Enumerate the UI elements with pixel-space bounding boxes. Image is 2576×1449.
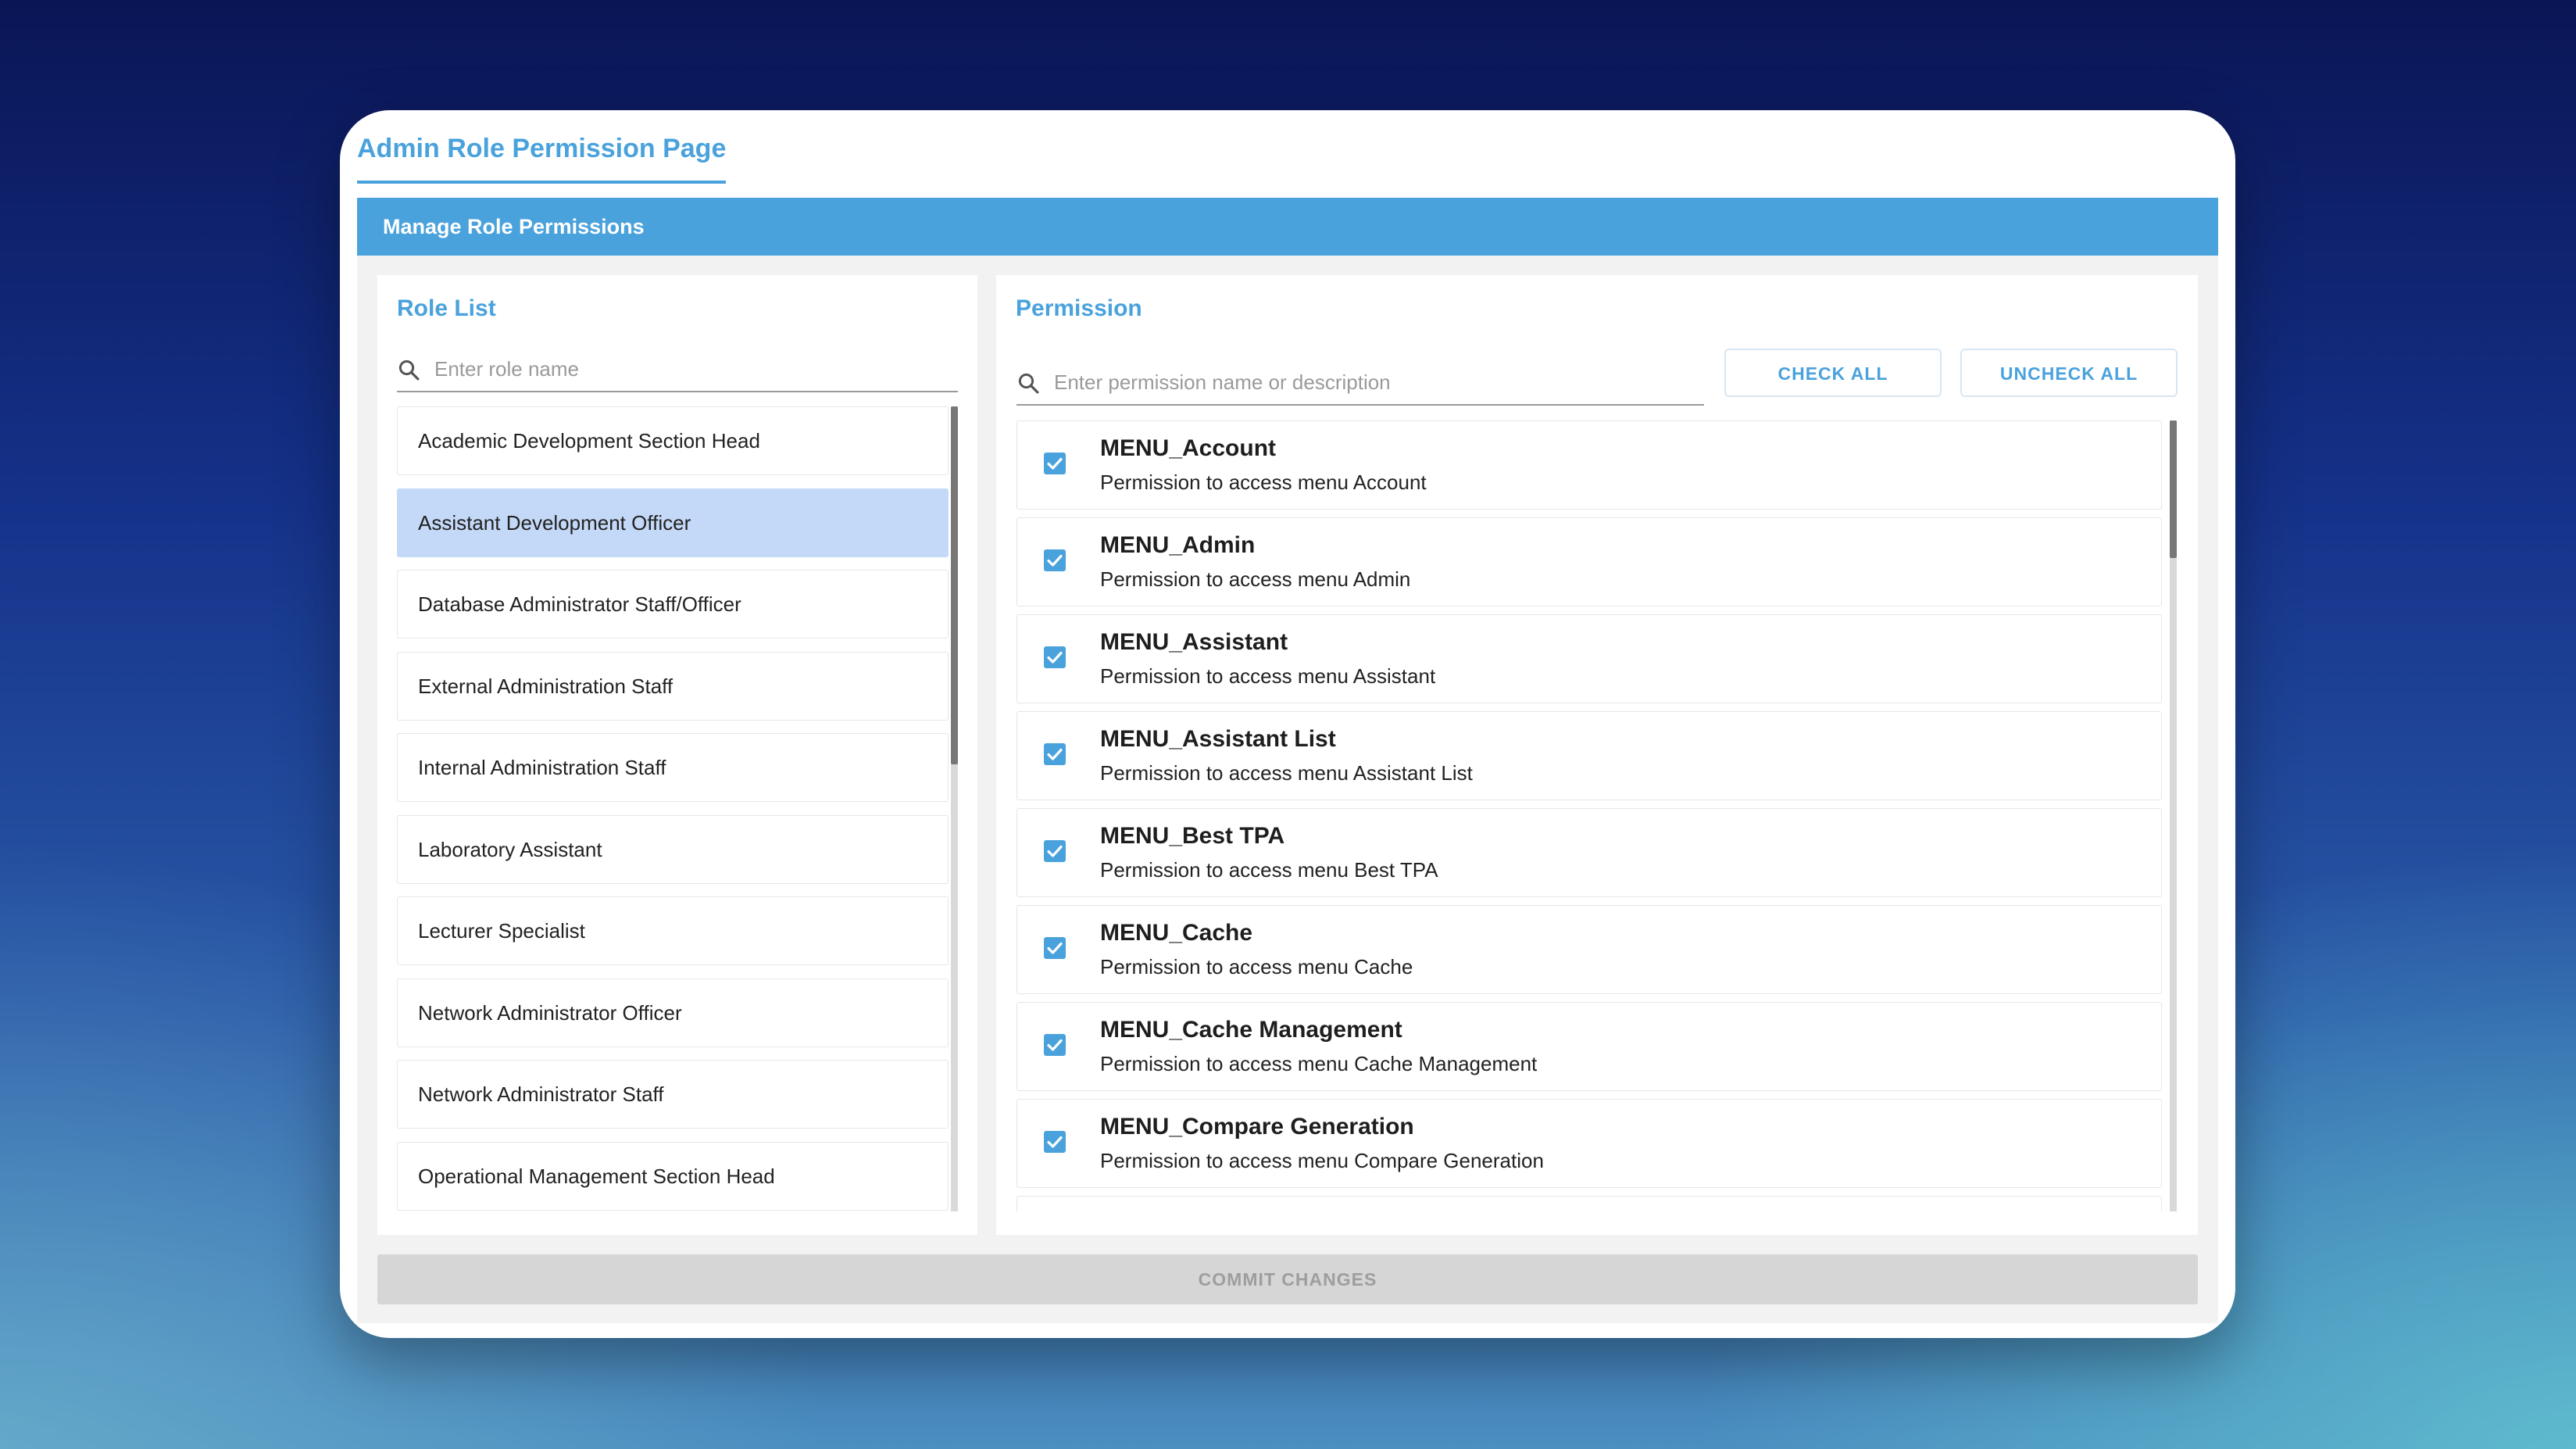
permission-checkbox[interactable] — [1044, 1034, 1066, 1056]
permission-item[interactable]: MENU_Best TPA Permission to access menu B… — [1016, 808, 2162, 897]
role-list-panel: Role List Academic Development Section H… — [377, 275, 977, 1235]
permission-name: MENU_Best TPA — [1100, 823, 1285, 849]
permission-description: Permission to access menu Account — [1100, 470, 1427, 494]
check-icon — [1047, 942, 1063, 954]
check-all-button[interactable]: CHECK ALL — [1724, 349, 1942, 397]
permission-description: Permission to access menu Compare Genera… — [1100, 1149, 1544, 1172]
permission-description: Permission to access menu Best TPA — [1100, 858, 1438, 882]
permission-item[interactable]: MENU_Cache Management Permission to acces… — [1016, 1002, 2162, 1091]
role-list-item[interactable]: Assistant Development Officer — [397, 488, 949, 557]
role-list-item[interactable]: Laboratory Assistant — [397, 814, 949, 884]
permission-name: MENU_Admin — [1100, 532, 1256, 558]
role-list-item[interactable]: Network Administrator Officer — [397, 978, 949, 1047]
check-icon — [1047, 1136, 1063, 1148]
permission-item[interactable]: MENU_Account Permission to access menu Ac… — [1016, 420, 2162, 510]
permission-name: MENU_Cache — [1100, 920, 1253, 946]
role-list: Academic Development Section Head Assista… — [397, 406, 958, 1211]
permission-search-input[interactable] — [1054, 362, 1695, 402]
permission-name: MENU_Compare Generation — [1100, 1114, 1414, 1140]
role-list-item[interactable]: Internal Administration Staff — [397, 733, 949, 802]
permission-description: Permission to access menu Assistant — [1100, 664, 1436, 688]
permission-name: MENU_Account — [1100, 435, 1277, 461]
role-list-item[interactable]: Academic Development Section Head — [397, 406, 949, 475]
permission-checkbox[interactable] — [1044, 453, 1066, 474]
permission-item[interactable]: MENU_Assistant Permission to access menu … — [1016, 614, 2162, 703]
role-list-item[interactable]: Operational Management Section Head — [397, 1141, 949, 1211]
manage-role-permissions-section: Manage Role Permissions Role List Academ… — [357, 198, 2218, 1323]
app-window: Admin Role Permission Page Manage Role P… — [340, 110, 2235, 1338]
permission-checkbox[interactable] — [1044, 743, 1066, 765]
permission-title: Permission — [1016, 295, 1142, 321]
check-icon — [1047, 554, 1063, 567]
permission-list-scroll-thumb[interactable] — [2170, 420, 2177, 558]
permission-item[interactable]: MENU_Assistant List Permission to access … — [1016, 711, 2162, 800]
permission-description: Permission to access menu Cache Manageme… — [1100, 1052, 1538, 1075]
role-search-field[interactable] — [397, 349, 958, 392]
permission-item[interactable]: MENU_Cache Permission to access menu Cach… — [1016, 905, 2162, 994]
permission-checkbox[interactable] — [1044, 840, 1066, 862]
check-icon — [1047, 748, 1063, 760]
role-list-item[interactable]: Network Administrator Staff — [397, 1060, 949, 1129]
role-list-scroll-thumb[interactable] — [951, 406, 958, 764]
permission-item[interactable]: MENU_Compare Generation Permission to acc… — [1016, 1099, 2162, 1188]
permission-list-scrollbar[interactable] — [2170, 420, 2177, 1211]
role-list-title: Role List — [397, 295, 496, 321]
permission-description: Permission to access menu Admin — [1100, 567, 1411, 591]
permission-search-field[interactable] — [1016, 362, 1704, 406]
section-header: Manage Role Permissions — [357, 198, 2218, 256]
check-icon — [1047, 845, 1063, 857]
check-icon — [1047, 457, 1063, 470]
permission-list: MENU_Account Permission to access menu Ac… — [1016, 420, 2170, 1211]
search-icon — [398, 360, 420, 381]
role-list-item[interactable]: Lecturer Specialist — [397, 896, 949, 965]
permission-checkbox[interactable] — [1044, 937, 1066, 959]
permission-checkbox[interactable] — [1044, 646, 1066, 668]
permission-name: MENU_Cache Management — [1100, 1017, 1402, 1043]
role-list-item[interactable]: External Administration Staff — [397, 651, 949, 721]
uncheck-all-button[interactable]: UNCHECK ALL — [1960, 349, 2178, 397]
role-list-scrollbar[interactable] — [951, 406, 958, 1211]
permission-description: Permission to access menu Assistant List — [1100, 761, 1473, 785]
permission-name: MENU_Assistant — [1100, 629, 1288, 655]
permission-panel: Permission CHECK ALL UNCHECK ALL MENU_Ac… — [996, 275, 2198, 1235]
permission-checkbox[interactable] — [1044, 1131, 1066, 1153]
permission-item[interactable]: MENU_Compare Mark — [1016, 1196, 2162, 1211]
page-title-tab[interactable]: Admin Role Permission Page — [357, 126, 727, 184]
search-icon — [1018, 373, 1039, 394]
permission-item[interactable]: MENU_Admin Permission to access menu Admi… — [1016, 517, 2162, 606]
permission-checkbox[interactable] — [1044, 549, 1066, 571]
commit-changes-button[interactable]: COMMIT CHANGES — [377, 1254, 2198, 1304]
permission-name: MENU_Assistant List — [1100, 726, 1336, 752]
role-search-input[interactable] — [434, 349, 950, 389]
role-list-item[interactable]: Database Administrator Staff/Officer — [397, 570, 949, 639]
check-icon — [1047, 1039, 1063, 1051]
check-icon — [1047, 651, 1063, 664]
permission-description: Permission to access menu Cache — [1100, 955, 1413, 979]
